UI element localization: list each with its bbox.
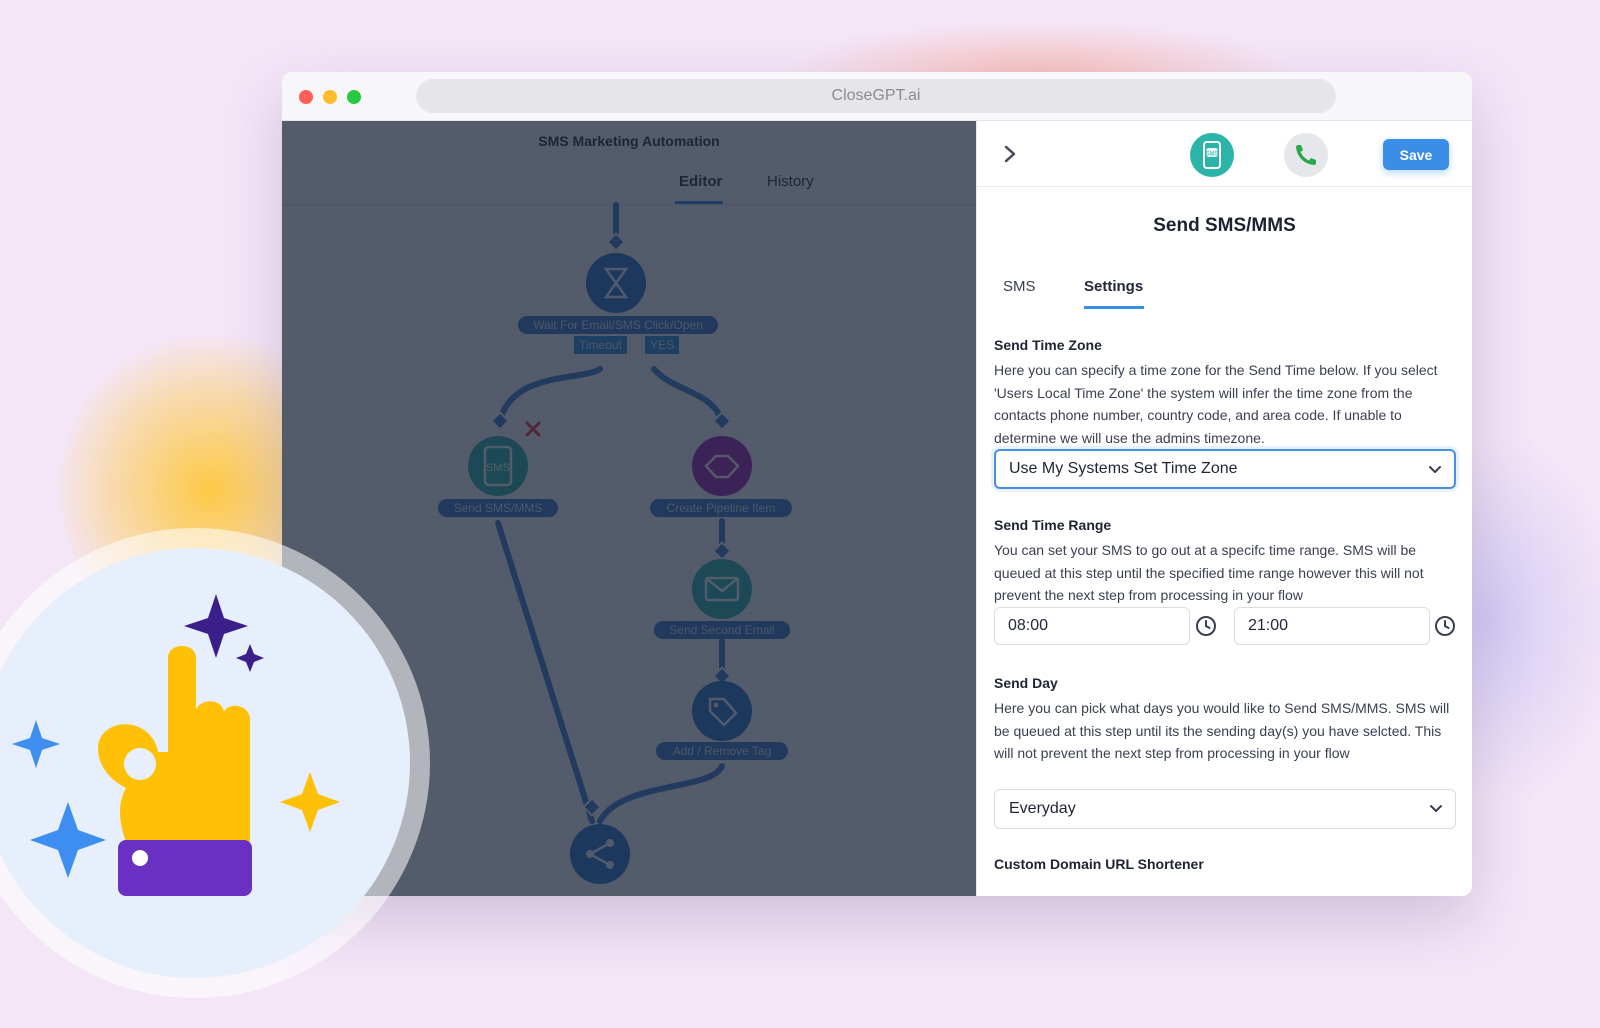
save-button[interactable]: Save (1383, 139, 1449, 170)
clock-icon[interactable] (1195, 615, 1217, 637)
svg-text:SMS: SMS (1205, 152, 1218, 158)
time-zone-select[interactable]: Use My Systems Set Time Zone (994, 449, 1456, 489)
send-day-heading: Send Day (994, 675, 1058, 691)
start-time-input[interactable]: 08:00 (994, 607, 1190, 645)
ok-hand-icon (98, 646, 250, 842)
send-sms-node-label[interactable]: Send SMS/MMS (438, 499, 558, 517)
tab-sms[interactable]: SMS (1003, 278, 1036, 295)
chevron-right-icon[interactable] (999, 141, 1021, 167)
sparkle-icon (12, 720, 60, 768)
sms-action-button[interactable]: SMS (1190, 133, 1234, 177)
send-time-range-description: You can set your SMS to go out at a spec… (994, 542, 1424, 603)
ok-hand-illustration (12, 594, 340, 896)
send-day-description: Here you can pick what days you would li… (994, 700, 1450, 761)
tag-node-label[interactable]: Add / Remove Tag (656, 742, 788, 760)
node-settings-panel: SMS Save Send SMS/MMS SMS Settings Send … (976, 121, 1472, 896)
panel-title: Send SMS/MMS (1153, 215, 1296, 236)
minimize-window-button[interactable] (323, 90, 337, 104)
yes-branch-tag: YES (645, 336, 680, 354)
chevron-down-icon (1429, 466, 1441, 473)
pipeline-node-icon (692, 436, 752, 496)
browser-window: CloseGPT.ai SMS Marketing Automation Edi… (282, 72, 1472, 896)
sparkle-icon (280, 772, 340, 832)
second-email-node-label[interactable]: Send Second Email (654, 621, 790, 639)
sparkle-icon (184, 594, 248, 658)
browser-titlebar: CloseGPT.ai (282, 72, 1472, 121)
send-day-select-value: Everyday (1009, 800, 1076, 817)
email-node-icon (692, 559, 752, 619)
close-window-button[interactable] (299, 90, 313, 104)
sparkle-icon (236, 644, 264, 672)
send-day-select[interactable]: Everyday (994, 789, 1456, 829)
send-time-zone-description: Here you can specify a time zone for the… (994, 362, 1438, 446)
share-node-icon (570, 824, 630, 884)
timeout-branch-tag: Timeout (574, 336, 627, 354)
end-time-input[interactable]: 21:00 (1234, 607, 1430, 645)
clock-icon[interactable] (1434, 615, 1456, 637)
address-bar[interactable]: CloseGPT.ai (416, 79, 1336, 113)
wait-node-label[interactable]: Wait For Email/SMS Click/Open (518, 316, 718, 334)
tag-node-icon (692, 681, 752, 741)
pipeline-node-label[interactable]: Create Pipeline Item (650, 499, 792, 517)
active-tab-indicator (1084, 306, 1144, 309)
send-time-range-heading: Send Time Range (994, 517, 1112, 533)
sms-node-icon-text: SMS (486, 462, 510, 474)
time-zone-select-value: Use My Systems Set Time Zone (1009, 460, 1238, 477)
sms-phone-icon: SMS (1203, 141, 1221, 169)
sparkle-icon (30, 802, 106, 878)
call-action-button[interactable] (1284, 133, 1328, 177)
send-time-zone-heading: Send Time Zone (994, 337, 1102, 353)
maximize-window-button[interactable] (347, 90, 361, 104)
panel-header: SMS Save (977, 121, 1472, 187)
tab-settings[interactable]: Settings (1084, 278, 1143, 295)
chevron-down-icon (1430, 805, 1442, 812)
url-shortener-heading: Custom Domain URL Shortener (994, 856, 1204, 872)
sleeve-cuff (118, 840, 252, 896)
phone-icon (1296, 145, 1316, 165)
